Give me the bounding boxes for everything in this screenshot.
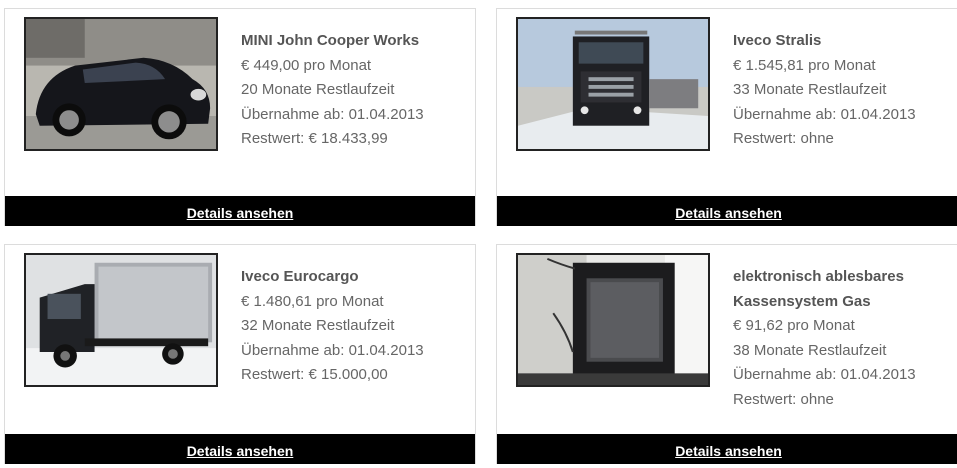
remaining-term: 20 Monate Restlaufzeit	[241, 81, 395, 98]
details-button[interactable]: Details ansehen	[675, 196, 782, 230]
listing-card-kassensystem: elektronisch ablesbares Kassensystem Gas…	[496, 244, 957, 464]
details-bar: Details ansehen	[497, 434, 957, 464]
details-button[interactable]: Details ansehen	[187, 196, 294, 230]
listing-info: MINI John Cooper Works € 449,00 pro Mona…	[241, 29, 471, 152]
remaining-term: 33 Monate Restlaufzeit	[733, 81, 887, 98]
listing-info: Iveco Stralis € 1.545,81 pro Monat 33 Mo…	[733, 29, 956, 152]
takeover-date: Übernahme ab: 01.04.2013	[733, 366, 916, 383]
details-bar: Details ansehen	[5, 434, 475, 464]
remaining-term: 38 Monate Restlaufzeit	[733, 341, 887, 359]
listing-card-iveco-stralis: Iveco Stralis € 1.545,81 pro Monat 33 Mo…	[496, 8, 957, 226]
residual-value: Restwert: ohne	[733, 130, 834, 147]
listing-card-iveco-eurocargo: Iveco Eurocargo € 1.480,61 pro Monat 32 …	[4, 244, 476, 464]
listing-info: elektronisch ablesbares Kassensystem Gas…	[733, 265, 956, 412]
takeover-date: Übernahme ab: 01.04.2013	[241, 105, 424, 123]
details-bar: Details ansehen	[497, 196, 957, 226]
remaining-term: 32 Monate Restlaufzeit	[241, 317, 395, 334]
listing-info: Iveco Eurocargo € 1.480,61 pro Monat 32 …	[241, 265, 471, 388]
monthly-rate: € 1.545,81 pro Monat	[733, 56, 876, 74]
takeover-date: Übernahme ab: 01.04.2013	[241, 341, 424, 359]
device-photo[interactable]	[516, 253, 710, 387]
residual-value: Restwert: € 18.433,99	[241, 130, 388, 147]
residual-value: Restwert: € 15.000,00	[241, 366, 388, 383]
listing-title: Iveco Stralis	[733, 32, 822, 49]
monthly-rate: € 449,00 pro Monat	[241, 56, 372, 74]
residual-value: Restwert: ohne	[733, 390, 834, 408]
details-button[interactable]: Details ansehen	[675, 434, 782, 468]
monthly-rate: € 91,62 pro Monat	[733, 317, 855, 334]
car-photo[interactable]	[24, 17, 218, 151]
box-truck-photo[interactable]	[24, 253, 218, 387]
listing-title: elektronisch ablesbares Kassensystem Gas	[733, 268, 904, 310]
listing-title: MINI John Cooper Works	[241, 32, 420, 49]
listing-title: Iveco Eurocargo	[241, 268, 359, 285]
details-bar: Details ansehen	[5, 196, 475, 226]
details-button[interactable]: Details ansehen	[187, 434, 294, 468]
listing-card-mini: MINI John Cooper Works € 449,00 pro Mona…	[4, 8, 476, 226]
takeover-date: Übernahme ab: 01.04.2013	[733, 105, 916, 123]
monthly-rate: € 1.480,61 pro Monat	[241, 292, 384, 310]
truck-photo[interactable]	[516, 17, 710, 151]
